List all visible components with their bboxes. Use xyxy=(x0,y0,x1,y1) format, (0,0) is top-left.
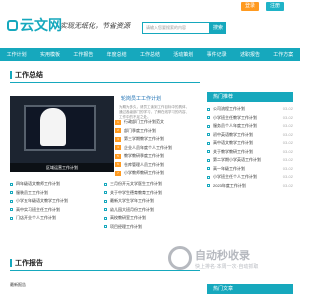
nav-item[interactable]: 工作总结 xyxy=(140,51,160,58)
sidebar-item[interactable]: 高一年级工作计划 03-02 xyxy=(207,165,293,174)
list-item[interactable]: 3 第三学期教学工作计划 xyxy=(115,135,203,144)
bullet-icon xyxy=(104,191,107,195)
article-list-left: 四年级语文教师工作计划 服装员工工作计划 小学五年级语文教学工作计划 高中实习班… xyxy=(10,180,100,223)
list-item[interactable]: 高中实习班主任工作计划 xyxy=(10,206,100,215)
divider xyxy=(10,82,200,83)
list-item[interactable]: 2 部门季度工作计划 xyxy=(115,127,203,136)
report-subtitle: 最新报告 xyxy=(10,282,26,287)
sidebar-item[interactable]: 第二学期小学英语工作计划 03-02 xyxy=(207,156,293,165)
bullet-icon xyxy=(207,158,210,162)
nav-item[interactable]: 事件记录 xyxy=(207,51,227,58)
featured-caption: 区域运营工作计划 xyxy=(10,163,114,172)
bullet-icon xyxy=(104,225,107,229)
logo-icon xyxy=(7,19,18,31)
register-button[interactable]: 注册 xyxy=(266,2,285,11)
bullet-icon xyxy=(104,216,107,220)
list-item[interactable]: 关于中学生德育教育工作计划 xyxy=(104,189,202,198)
list-item[interactable]: 最新大学生学年工作计划 xyxy=(104,197,202,206)
nav-item[interactable]: 年度总结 xyxy=(107,51,127,58)
article-list-numbered: 1 行政部门工作计划范文 2 部门季度工作计划 3 第三学期教学工作计划 4 企业人员年… xyxy=(115,118,203,178)
bullet-icon xyxy=(10,191,13,195)
sidebar-item[interactable]: 关于教学教研工作计划 03-02 xyxy=(207,148,293,157)
nav-item[interactable]: 工作方案 xyxy=(273,51,293,58)
sidebar-footer-title: 热门文章 xyxy=(207,284,293,294)
list-item[interactable]: 7 小学教师教研工作计划 xyxy=(115,169,203,178)
article-list-middle: 三月份开元文学医生工作计划 关于中学生德育教育工作计划 最新大学生学年工作计划 … xyxy=(104,180,202,231)
bullet-icon xyxy=(10,216,13,220)
bullet-icon xyxy=(207,107,210,111)
watermark-logo-icon xyxy=(168,246,192,270)
search-button[interactable]: 搜索 xyxy=(210,22,226,34)
bullet-icon xyxy=(207,116,210,120)
list-item[interactable]: 四年级语文教师工作计划 xyxy=(10,180,100,189)
logo-text: 云文网 xyxy=(20,17,62,33)
bullet-icon xyxy=(10,182,13,186)
list-item[interactable]: 高校教研室工作计划 xyxy=(104,214,202,223)
site-logo[interactable]: 云文网 xyxy=(7,18,62,32)
top-bar: 登录 注册 xyxy=(0,0,300,14)
sidebar-item[interactable]: 高中语文教学工作计划 03-02 xyxy=(207,139,293,148)
nav-item[interactable]: 实用模板 xyxy=(40,51,60,58)
featured-image[interactable]: 区域运营工作计划 xyxy=(10,96,114,172)
sidebar-item[interactable]: 公司流程工作计划 03-02 xyxy=(207,105,293,114)
bullet-icon xyxy=(207,124,210,128)
list-item[interactable]: 门店开业个人工作计划 xyxy=(10,214,100,223)
bullet-icon xyxy=(207,167,210,171)
list-item[interactable]: 三月份开元文学医生工作计划 xyxy=(104,180,202,189)
sidebar-title: 热门推荐 xyxy=(207,92,293,102)
nav-item[interactable]: 工作报告 xyxy=(73,51,93,58)
nav-item[interactable]: 工作计划 xyxy=(7,51,27,58)
bullet-icon xyxy=(104,199,107,203)
slogan: 实现无纸化，节省资源 xyxy=(60,22,130,30)
list-item[interactable]: 5 教学教研季度工作计划 xyxy=(115,152,203,161)
login-button[interactable]: 登录 xyxy=(241,2,260,11)
bullet-icon xyxy=(207,133,210,137)
sidebar-item[interactable]: 初中英语教学工作计划 03-02 xyxy=(207,131,293,140)
bullet-icon xyxy=(207,141,210,145)
watermark: 自动秒收录 快上排名·本周一次·自动抓取 xyxy=(168,244,280,274)
nav-item[interactable]: 述职报告 xyxy=(240,51,260,58)
bullet-icon xyxy=(10,199,13,203)
bullet-icon xyxy=(104,208,107,212)
sidebar-item[interactable]: 小学班主任个人工作计划 03-02 xyxy=(207,173,293,182)
bullet-icon xyxy=(207,150,210,154)
sidebar-item[interactable]: 小学班主任教学工作计划 03-02 xyxy=(207,114,293,123)
list-item[interactable]: 4 企业人员年度个人工作计划 xyxy=(115,144,203,153)
title-bar-icon xyxy=(10,259,12,267)
nav-item[interactable]: 活动策划 xyxy=(173,51,193,58)
sidebar-item[interactable]: 2023年度工作计划 03-02 xyxy=(207,182,293,191)
list-item[interactable]: 幼儿园大班月份工作计划 xyxy=(104,206,202,215)
main-nav: 工作计划 实用模板 工作报告 年度总结 工作总结 活动策划 事件记录 述职报告 … xyxy=(0,48,300,61)
list-item[interactable]: 1 行政部门工作计划范文 xyxy=(115,118,203,127)
bullet-icon xyxy=(207,184,210,188)
sidebar-item[interactable]: 服务员个人年度工作计划 03-02 xyxy=(207,122,293,131)
featured-headline[interactable]: 轮岗员工工作计划 xyxy=(121,95,161,102)
title-bar-icon xyxy=(10,71,12,79)
list-item[interactable]: 小学五年级语文教学工作计划 xyxy=(10,197,100,206)
section-title-report: 工作报告 xyxy=(10,258,43,268)
list-item[interactable]: 6 仓库管理人员工作计划 xyxy=(115,161,203,170)
sidebar-list: 公司流程工作计划 03-02 小学班主任教学工作计划 03-02 服务员个人年度工作… xyxy=(207,105,293,190)
bullet-icon xyxy=(207,175,210,179)
bullet-icon xyxy=(104,182,107,186)
bullet-icon xyxy=(10,208,13,212)
list-item[interactable]: 项目经理工作计划 xyxy=(104,223,202,232)
search-input[interactable]: 请输入您要搜索的内容 xyxy=(142,22,210,34)
presenter-image xyxy=(40,108,66,146)
list-item[interactable]: 服装员工工作计划 xyxy=(10,189,100,198)
section-title-summary: 工作总结 xyxy=(10,70,43,80)
